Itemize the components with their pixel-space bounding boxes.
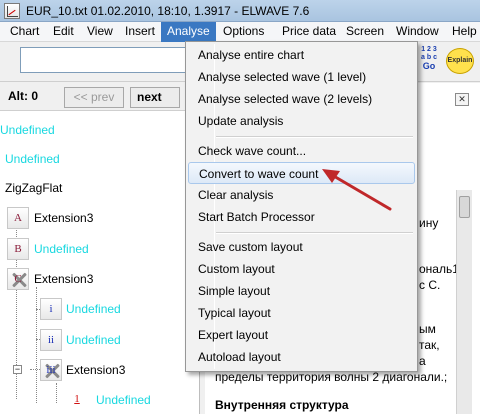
analysis-line: ым (419, 322, 436, 336)
tree-row-label: Undefined (66, 333, 121, 347)
menu-window[interactable]: Window (390, 22, 445, 42)
annotation-arrow-icon (322, 169, 392, 211)
title-bar: EUR_10.txt 01.02.2010, 18:10, 1.3917 - E… (0, 0, 480, 22)
tree-row[interactable]: Extension3 (34, 268, 93, 290)
menu-chart[interactable]: Chart (4, 22, 45, 42)
menu-item-check-wave-count[interactable]: Check wave count... (188, 140, 415, 162)
menu-separator (216, 136, 413, 138)
tree-row-label: Extension3 (34, 272, 94, 286)
explain-icon[interactable]: Explain (446, 48, 474, 74)
wave-node-c[interactable]: C (7, 268, 29, 290)
analysis-line: так, (419, 338, 440, 352)
tree-row-label: Undefined (0, 123, 55, 137)
menu-help[interactable]: Help (446, 22, 480, 42)
wave-node-glyph: B (14, 243, 22, 255)
close-icon[interactable]: ✕ (455, 93, 469, 106)
menu-screen[interactable]: Screen (340, 22, 390, 42)
tree-row-label: ZigZagFlat (5, 181, 63, 195)
wave-node-a[interactable]: A (7, 207, 29, 229)
menu-item-simple-layout[interactable]: Simple layout (188, 280, 415, 302)
collapse-toggle[interactable]: − (13, 365, 22, 374)
tree-row[interactable]: Extension3 (66, 359, 125, 381)
tree-row[interactable]: Undefined (66, 298, 121, 320)
wave-count-go-icon-go: Go (422, 61, 436, 71)
alt-navigation-bar: Alt: 0 << prev next (0, 83, 200, 111)
menu-item-analyse-selected-wave-2[interactable]: Analyse selected wave (2 levels) (188, 88, 415, 110)
wave-node-glyph: iii (46, 364, 56, 376)
menu-edit[interactable]: Edit (47, 22, 80, 42)
wave-node-ii[interactable]: ii (40, 329, 62, 351)
menu-item-save-custom-layout[interactable]: Save custom layout (188, 236, 415, 258)
tree-row[interactable]: Undefined (96, 389, 151, 411)
wave-node-b[interactable]: B (7, 238, 29, 260)
wave-count-go-icon[interactable]: 1 2 3 a b c Go (416, 46, 442, 76)
next-button[interactable]: next (130, 87, 180, 108)
wave-node-glyph: C (14, 273, 22, 285)
wave-node-glyph: i (49, 303, 53, 315)
window-title: EUR_10.txt 01.02.2010, 18:10, 1.3917 - E… (26, 4, 310, 18)
app-icon (4, 3, 20, 19)
analysis-section-heading: Внутренняя структура (215, 398, 349, 412)
menu-item-expert-layout[interactable]: Expert layout (188, 324, 415, 346)
tree-row-label: Extension3 (34, 211, 94, 225)
tree-row[interactable]: Undefined (34, 238, 89, 260)
menu-item-update-analysis[interactable]: Update analysis (188, 110, 415, 132)
menu-view[interactable]: View (81, 22, 119, 42)
menu-item-analyse-entire-chart[interactable]: Analyse entire chart (188, 44, 415, 66)
menu-insert[interactable]: Insert (119, 22, 161, 42)
menu-price-data[interactable]: Price data (276, 22, 342, 42)
prev-button[interactable]: << prev (64, 87, 124, 108)
tree-row-label: Undefined (66, 302, 121, 316)
tree-row-label: Undefined (34, 242, 89, 256)
tree-row[interactable]: ZigZagFlat (5, 177, 62, 199)
tree-row-label: Undefined (96, 393, 151, 407)
analysis-line: пределы территория волны 2 диагонали.; (215, 370, 448, 384)
menu-analyse[interactable]: Analyse (161, 22, 216, 42)
wave-count-go-icon-numbers: 1 2 3 (421, 46, 437, 53)
analysis-line: а (419, 354, 426, 368)
menu-item-typical-layout[interactable]: Typical layout (188, 302, 415, 324)
alt-label: Alt: 0 (8, 89, 38, 103)
tree-row-label: Undefined (5, 152, 60, 166)
wave-tree-panel: Alt: 0 << prev next Undefined Undefined … (0, 83, 200, 414)
wave-node-glyph: A (14, 212, 22, 224)
menu-separator (216, 232, 413, 234)
scrollbar-thumb[interactable] (459, 196, 470, 218)
tree-row[interactable]: Undefined (5, 148, 60, 170)
menu-item-custom-layout[interactable]: Custom layout (188, 258, 415, 280)
analysis-line: с С. (419, 278, 441, 292)
tree-connector (56, 383, 57, 403)
menu-options[interactable]: Options (217, 22, 270, 42)
wave-node-iii[interactable]: iii (40, 359, 62, 381)
tree-row-label: Extension3 (66, 363, 126, 377)
wave-node-1[interactable]: 1 (66, 389, 88, 411)
menu-item-analyse-selected-wave-1[interactable]: Analyse selected wave (1 level) (188, 66, 415, 88)
tree-row[interactable]: Undefined (0, 119, 55, 141)
tree-connector (36, 287, 37, 403)
analysis-line: ональ1 (419, 262, 459, 276)
analysis-scrollbar[interactable] (456, 190, 472, 414)
tree-row[interactable]: Extension3 (34, 207, 93, 229)
menu-bar: Chart Edit View Insert Analyse Options P… (0, 22, 480, 42)
wave-node-glyph: 1 (74, 393, 80, 405)
wave-node-glyph: ii (47, 334, 55, 346)
menu-item-autoload-layout[interactable]: Autoload layout (188, 346, 415, 368)
wave-node-i[interactable]: i (40, 298, 62, 320)
analysis-line: ину (419, 216, 439, 230)
tree-row[interactable]: Undefined (66, 329, 121, 351)
